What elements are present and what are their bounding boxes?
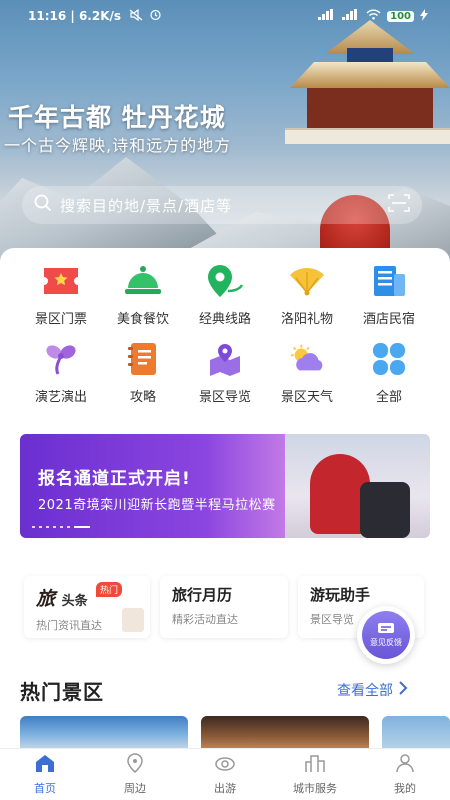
category-routes[interactable]: 经典线路 (184, 262, 266, 327)
feedback-label: 意见反馈 (370, 638, 402, 647)
hot-spot-card[interactable] (201, 716, 369, 750)
promo-banner[interactable]: 报名通道正式开启! 2021奇境栾川迎新长跑暨半程马拉松赛 (20, 434, 430, 538)
tab-home[interactable]: 首页 (0, 749, 90, 800)
category-label: 演艺演出 (34, 390, 87, 405)
category-weather[interactable]: 景区天气 (266, 340, 348, 405)
runner-figure (360, 482, 410, 538)
tab-profile[interactable]: 我的 (360, 749, 450, 800)
document-icon (122, 608, 144, 632)
home-icon (34, 753, 56, 777)
alarm-icon (149, 8, 162, 24)
battery-level: 100 (387, 10, 414, 22)
news-logo: 旅 头条 (36, 588, 88, 610)
banner-caption: 2021奇境栾川迎新长跑暨半程马拉松赛 (38, 498, 276, 513)
hero-title: 千年古都 牡丹花城 (8, 103, 226, 132)
category-guides[interactable]: 攻略 (102, 340, 184, 405)
profile-icon (395, 753, 415, 777)
category-map-guide[interactable]: 景区导览 (184, 340, 266, 405)
tab-label: 城市服务 (293, 782, 337, 795)
category-label: 全部 (375, 390, 402, 405)
category-label: 景区导览 (198, 390, 251, 405)
all-grid-icon (370, 340, 408, 378)
see-all-link[interactable]: 查看全部 (337, 680, 408, 700)
category-tickets[interactable]: 景区门票 (20, 262, 102, 327)
chevron-right-icon (399, 681, 408, 699)
bottom-tab-bar: 首页 周边 出游 城市服务 我的 (0, 748, 450, 800)
category-label: 美食餐饮 (116, 312, 169, 327)
search-bar[interactable]: 搜索目的地/景点/酒店等 (22, 186, 422, 224)
main-panel: 景区门票 美食餐饮 经典线路 洛阳礼物 酒店民宿 演艺演出 攻略 景区导览 景区… (0, 248, 450, 800)
search-input[interactable]: 搜索目的地/景点/酒店等 (60, 195, 232, 216)
category-label: 经典线路 (198, 312, 251, 327)
hero-subtitle: 一个古今辉映,诗和远方的地方 (4, 136, 232, 155)
performance-icon (42, 340, 80, 378)
category-all[interactable]: 全部 (348, 340, 430, 405)
feedback-button[interactable]: 意见反馈 (357, 606, 415, 664)
card-title: 游玩助手 (310, 586, 371, 604)
category-hotels[interactable]: 酒店民宿 (348, 262, 430, 327)
hot-spot-card[interactable] (20, 716, 188, 750)
category-label: 景区天气 (280, 390, 333, 405)
category-label: 洛阳礼物 (280, 312, 333, 327)
card-title: 旅行月历 (172, 586, 233, 604)
calendar-card[interactable]: 旅行月历 精彩活动直达 (160, 576, 288, 638)
hero-banner: 11:16 | 6.2K/s 100 千年古都 牡丹花城 一个古今辉映,诗和远方 (0, 0, 450, 265)
ticket-icon (42, 262, 80, 300)
route-pin-icon (206, 262, 244, 300)
hot-spot-list (20, 716, 450, 750)
wifi-icon (366, 9, 381, 23)
tab-travel[interactable]: 出游 (180, 749, 270, 800)
tab-nearby[interactable]: 周边 (90, 749, 180, 800)
tab-city-services[interactable]: 城市服务 (270, 749, 360, 800)
city-icon (304, 753, 326, 777)
status-speed: 6.2K/s (78, 9, 122, 23)
signal-icon-2 (342, 9, 360, 23)
charging-icon (420, 8, 428, 24)
category-performances[interactable]: 演艺演出 (20, 340, 102, 405)
fan-gift-icon (288, 262, 326, 300)
tab-label: 我的 (394, 782, 416, 795)
category-gifts[interactable]: 洛阳礼物 (266, 262, 348, 327)
hotel-icon (370, 262, 408, 300)
hot-badge: 热门 (96, 582, 123, 597)
scan-icon[interactable] (388, 194, 410, 216)
tab-label: 出游 (214, 782, 236, 795)
category-food[interactable]: 美食餐饮 (102, 262, 184, 327)
category-label: 景区门票 (34, 312, 87, 327)
search-icon (34, 194, 52, 216)
mute-icon (129, 8, 143, 24)
category-label: 攻略 (129, 390, 156, 405)
carousel-indicator (32, 526, 90, 528)
hot-spot-card[interactable] (382, 716, 450, 750)
weather-icon (288, 340, 326, 378)
card-subtitle: 精彩活动直达 (172, 613, 238, 626)
tab-label: 周边 (124, 782, 146, 795)
feedback-icon (378, 623, 394, 633)
map-guide-icon (206, 340, 244, 378)
news-card[interactable]: 旅 头条 热门 热门资讯直达 (24, 576, 150, 638)
travel-icon (214, 753, 236, 777)
signal-icon (318, 9, 336, 23)
status-time: 11:16 (28, 9, 67, 23)
temple-illustration (285, 20, 450, 150)
section-title: 热门景区 (20, 680, 104, 704)
tab-label: 首页 (34, 782, 56, 795)
guide-book-icon (124, 340, 162, 378)
food-cloche-icon (124, 262, 162, 300)
status-bar: 11:16 | 6.2K/s 100 (28, 6, 428, 26)
category-label: 酒店民宿 (362, 312, 415, 327)
location-icon (125, 753, 145, 777)
banner-headline: 报名通道正式开启! (38, 469, 191, 489)
